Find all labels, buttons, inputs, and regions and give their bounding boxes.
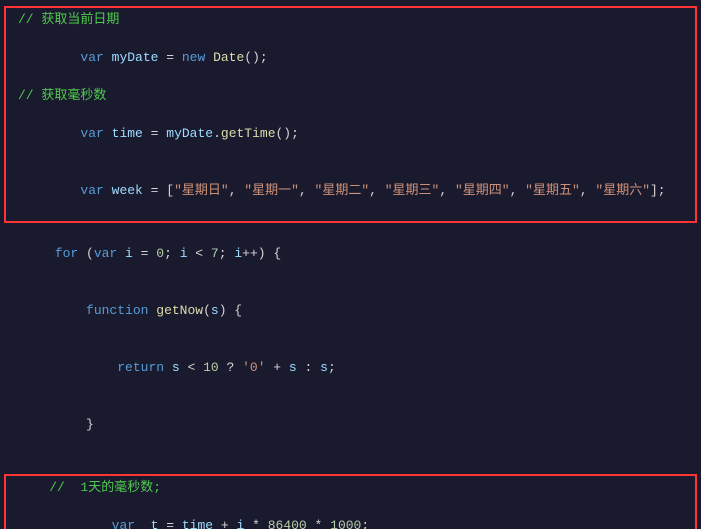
code-text: function getNow(s) { <box>8 282 693 339</box>
code-line: // 获取当前日期 <box>10 10 691 29</box>
code-text: // 1天的毫秒数; <box>18 478 683 497</box>
code-line: function getNow(s) { <box>0 282 701 339</box>
code-line: } <box>0 396 701 453</box>
code-text: // 获取当前日期 <box>18 10 683 29</box>
code-text: for (var i = 0; i < 7; i++) { <box>8 225 693 282</box>
code-text: var myDate = new Date(); <box>18 29 683 86</box>
code-line: var time = myDate.getTime(); <box>10 105 691 162</box>
code-line: var week = ["星期日", "星期一", "星期二", "星期三", … <box>10 162 691 219</box>
code-line: var _t = time + i * 86400 * 1000; <box>10 497 691 529</box>
bottom-highlight-box: // 1天的毫秒数; var _t = time + i * 86400 * 1… <box>4 474 697 529</box>
code-text: return s < 10 ? '0' + s : s; <box>8 339 693 396</box>
code-text: var week = ["星期日", "星期一", "星期二", "星期三", … <box>18 162 683 219</box>
code-editor: // 获取当前日期 var myDate = new Date(); // 获取… <box>0 0 701 529</box>
code-text: } <box>8 396 693 453</box>
code-line: return s < 10 ? '0' + s : s; <box>0 339 701 396</box>
code-line <box>0 453 701 472</box>
top-highlight-box: // 获取当前日期 var myDate = new Date(); // 获取… <box>4 6 697 223</box>
code-line: // 获取毫秒数 <box>10 86 691 105</box>
code-text <box>8 453 693 472</box>
code-line: // 1天的毫秒数; <box>10 478 691 497</box>
code-line: var myDate = new Date(); <box>10 29 691 86</box>
code-text: // 获取毫秒数 <box>18 86 683 105</box>
code-text: var time = myDate.getTime(); <box>18 105 683 162</box>
code-text: var _t = time + i * 86400 * 1000; <box>18 497 683 529</box>
code-line: for (var i = 0; i < 7; i++) { <box>0 225 701 282</box>
